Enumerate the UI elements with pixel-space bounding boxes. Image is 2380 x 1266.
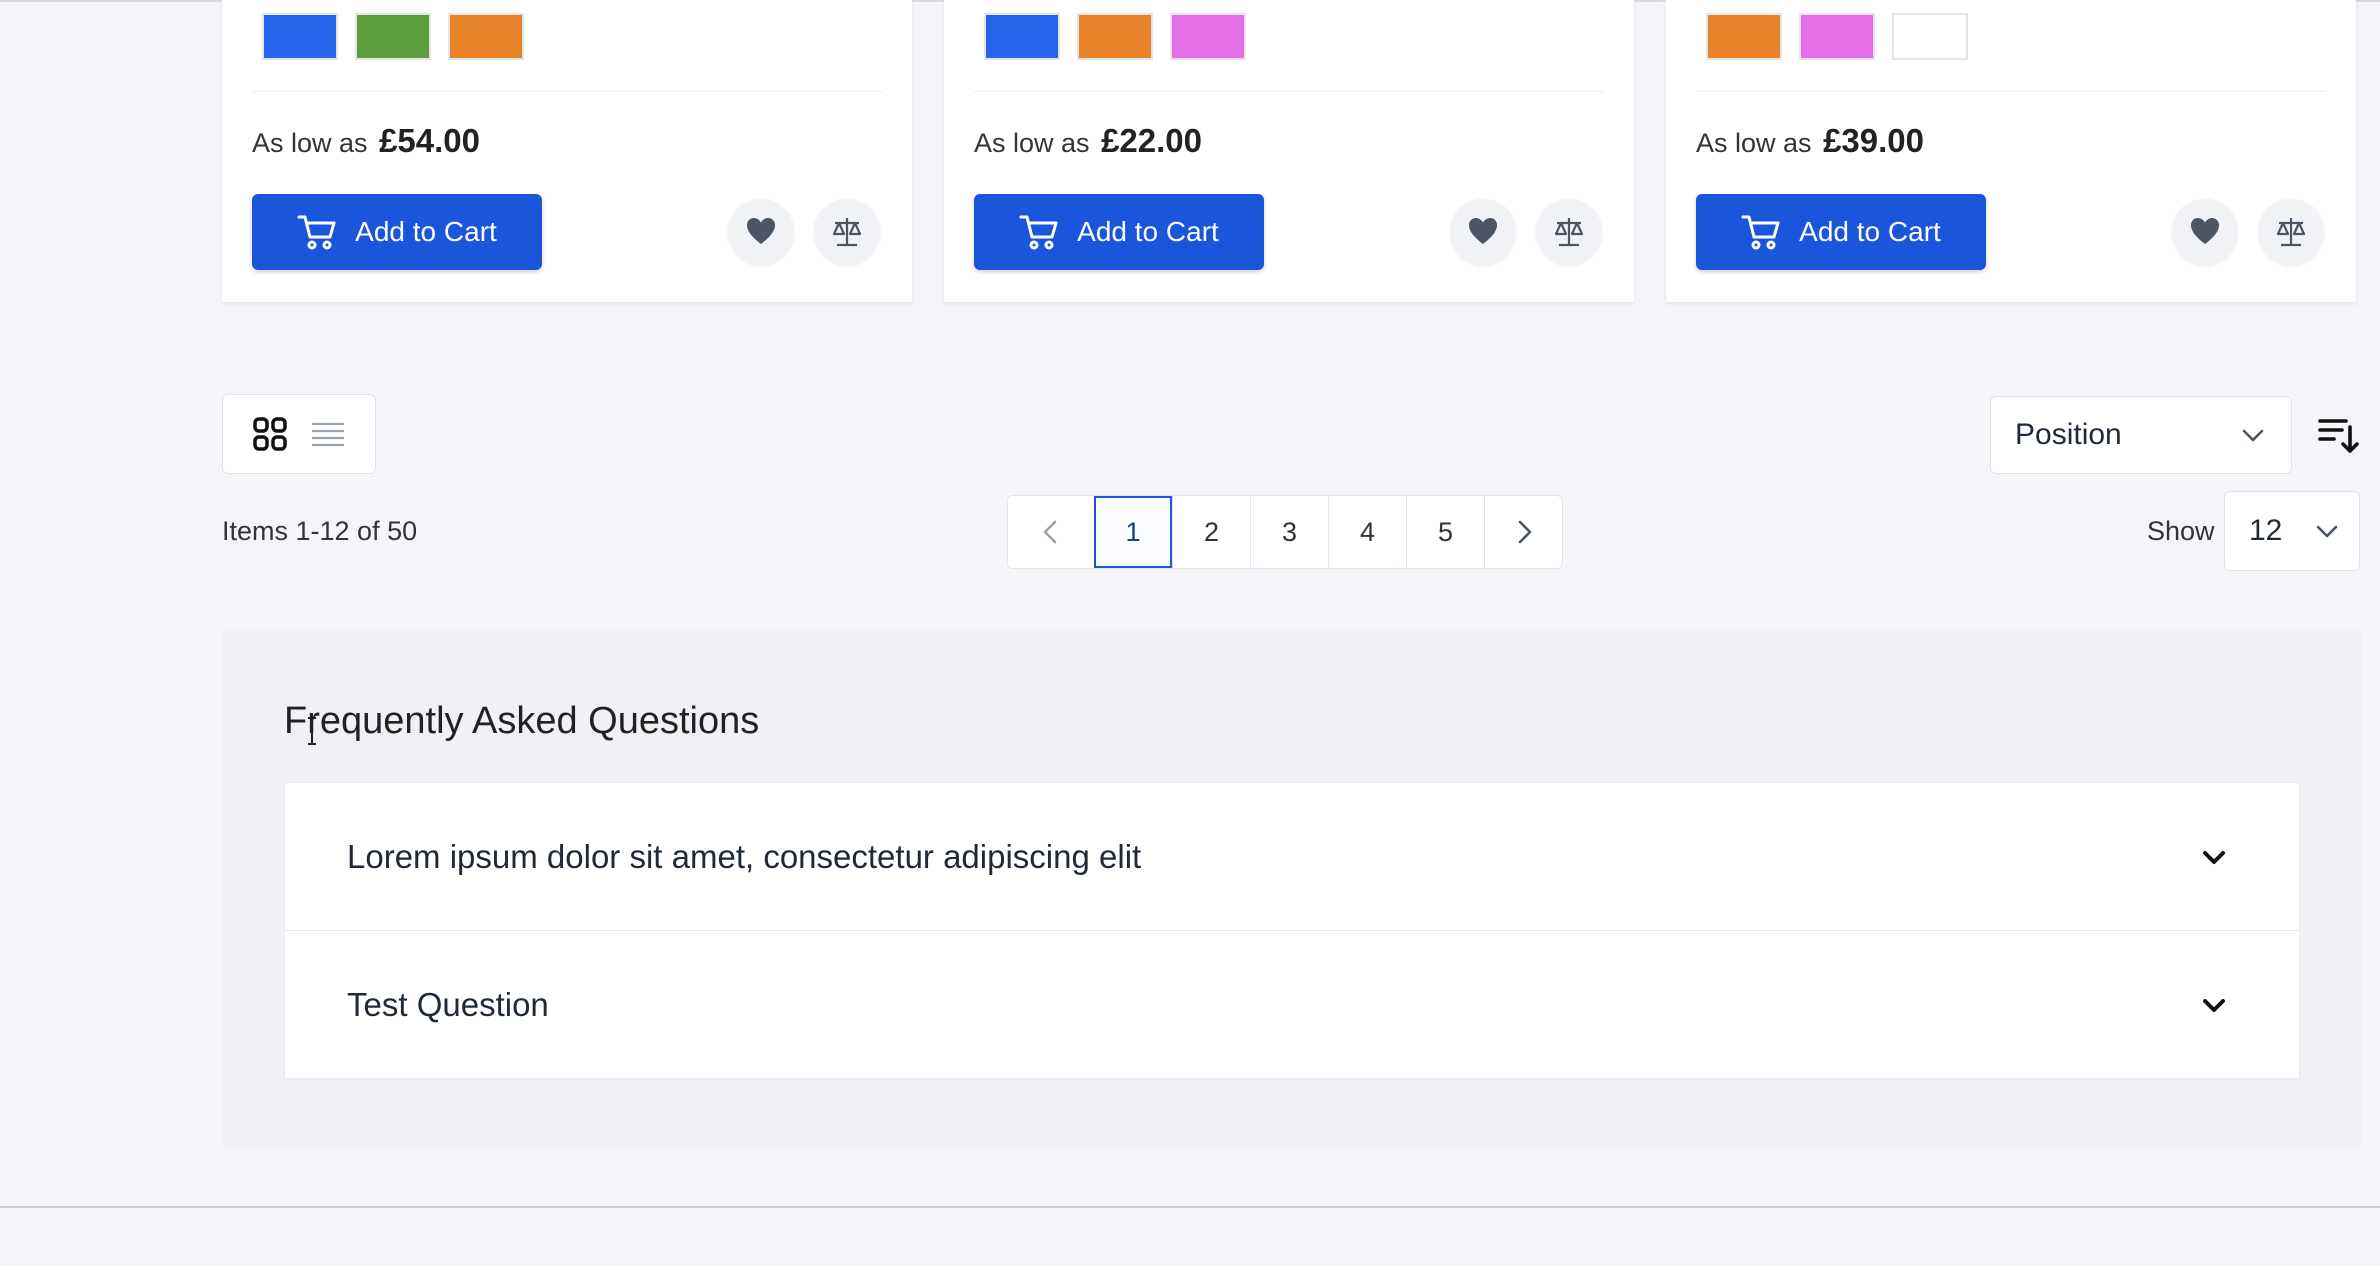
page-link-3[interactable]: 3 <box>1250 496 1328 568</box>
items-count: Items 1-12 of 50 <box>222 516 418 546</box>
color-swatch[interactable] <box>1799 13 1875 60</box>
heart-icon <box>2191 218 2219 244</box>
color-swatch[interactable] <box>1170 13 1246 60</box>
faq-title: Frequently Asked Questions <box>284 700 760 742</box>
chevron-down-icon <box>2242 429 2264 442</box>
previous-page-button[interactable] <box>1008 496 1094 568</box>
cart-icon <box>1741 215 1780 250</box>
color-swatch[interactable] <box>448 13 524 60</box>
price-amount: £22.00 <box>1101 122 1202 159</box>
card-divider <box>252 91 882 92</box>
faq-section: Frequently Asked Questions Lorem ipsum d… <box>222 630 2362 1148</box>
price-prefix: As low as <box>252 128 368 158</box>
faq-accordion: Lorem ipsum dolor sit amet, consectetur … <box>284 782 2300 1079</box>
pagination: 1 2 3 4 5 <box>1007 495 1563 569</box>
footer-border <box>0 1206 2380 1208</box>
sort-by-select[interactable]: Position <box>1990 396 2292 474</box>
sort-direction-icon[interactable] <box>2316 413 2360 457</box>
add-to-compare-button[interactable] <box>2258 199 2324 265</box>
add-to-wishlist-button[interactable] <box>2172 199 2238 265</box>
faq-question-text: Test Question <box>347 985 549 1023</box>
add-to-cart-button[interactable]: Add to Cart <box>974 194 1264 270</box>
color-swatch[interactable] <box>262 13 338 60</box>
view-mode-toggle <box>222 394 376 474</box>
color-swatch[interactable] <box>1706 13 1782 60</box>
show-label: Show <box>2147 516 2215 546</box>
chevron-right-icon <box>1518 520 1531 544</box>
list-icon[interactable] <box>310 416 346 452</box>
add-to-cart-label: Add to Cart <box>1077 216 1219 247</box>
add-to-wishlist-button[interactable] <box>1450 199 1516 265</box>
product-price: As low as £22.00 <box>974 122 1202 160</box>
sort-by-value: Position <box>2015 418 2122 451</box>
grid-icon[interactable] <box>252 416 288 452</box>
color-swatch[interactable] <box>984 13 1060 60</box>
add-to-wishlist-button[interactable] <box>728 199 794 265</box>
color-swatches <box>1706 13 1968 60</box>
page-link-2[interactable]: 2 <box>1172 496 1250 568</box>
chevron-down-icon <box>2316 525 2338 538</box>
add-to-compare-button[interactable] <box>814 199 880 265</box>
faq-question[interactable]: Lorem ipsum dolor sit amet, consectetur … <box>285 783 2299 930</box>
limiter-value: 12 <box>2249 514 2283 547</box>
chevron-down-icon <box>2203 998 2225 1012</box>
cart-icon <box>1019 215 1058 250</box>
chevron-down-icon <box>2203 850 2225 864</box>
faq-question[interactable]: Test Question <box>285 930 2299 1078</box>
color-swatch[interactable] <box>1077 13 1153 60</box>
color-swatches <box>262 13 524 60</box>
color-swatch[interactable] <box>1892 13 1968 60</box>
product-card: As low as £54.00 Add to Cart <box>222 0 912 302</box>
color-swatches <box>984 13 1246 60</box>
card-divider <box>974 91 1604 92</box>
limiter-select[interactable]: 12 <box>2224 491 2360 571</box>
page-link-5[interactable]: 5 <box>1406 496 1484 568</box>
price-prefix: As low as <box>1696 128 1812 158</box>
color-swatch[interactable] <box>355 13 431 60</box>
product-price: As low as £39.00 <box>1696 122 1924 160</box>
add-to-cart-label: Add to Cart <box>355 216 497 247</box>
price-amount: £54.00 <box>379 122 480 159</box>
heart-icon <box>747 218 775 244</box>
heart-icon <box>1469 218 1497 244</box>
scale-icon <box>1554 218 1584 247</box>
price-prefix: As low as <box>974 128 1090 158</box>
chevron-left-icon <box>1043 520 1057 544</box>
page-link-1[interactable]: 1 <box>1094 496 1172 568</box>
faq-question-text: Lorem ipsum dolor sit amet, consectetur … <box>347 837 1142 875</box>
text-cursor-icon <box>308 717 316 745</box>
card-divider <box>1696 91 2326 92</box>
add-to-compare-button[interactable] <box>1536 199 1602 265</box>
product-grid: As low as £54.00 Add to Cart As low as £… <box>222 0 2364 304</box>
product-card: As low as £22.00 Add to Cart <box>944 0 1634 302</box>
scale-icon <box>832 218 862 247</box>
product-card: As low as £39.00 Add to Cart <box>1666 0 2356 302</box>
cart-icon <box>297 215 336 250</box>
price-amount: £39.00 <box>1823 122 1924 159</box>
add-to-cart-button[interactable]: Add to Cart <box>1696 194 1986 270</box>
scale-icon <box>2276 218 2306 247</box>
next-page-button[interactable] <box>1484 496 1562 568</box>
add-to-cart-button[interactable]: Add to Cart <box>252 194 542 270</box>
page-link-4[interactable]: 4 <box>1328 496 1406 568</box>
product-price: As low as £54.00 <box>252 122 480 160</box>
add-to-cart-label: Add to Cart <box>1799 216 1941 247</box>
